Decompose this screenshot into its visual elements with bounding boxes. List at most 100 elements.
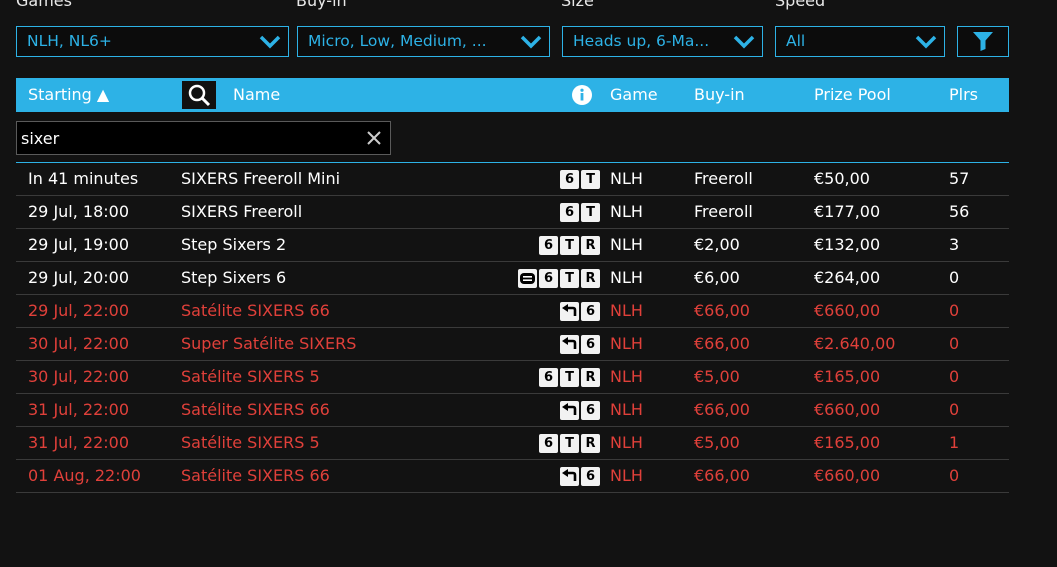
games-filter-label: Games xyxy=(16,0,72,10)
game-cell: NLH xyxy=(610,433,643,452)
table-row[interactable]: 29 Jul, 18:00 SIXERS Freeroll NLH Freeroll €… xyxy=(16,196,1009,229)
game-cell: NLH xyxy=(610,169,643,188)
size-dropdown[interactable]: Heads up, 6-Ma... xyxy=(562,26,763,57)
rebuy-badge xyxy=(560,335,579,354)
rebuy-badge xyxy=(560,302,579,321)
players-cell: 0 xyxy=(949,268,960,287)
start-time-cell: 29 Jul, 20:00 xyxy=(28,268,130,287)
prize-pool-cell: €165,00 xyxy=(814,433,881,452)
table-row[interactable]: 30 Jul, 22:00 Satélite SIXERS 5 NLH €5,00 €1… xyxy=(16,361,1009,394)
tournament-badges: 6TR xyxy=(518,269,600,288)
six-max-badge: 6 xyxy=(560,170,579,189)
tournament-badges: 6TR xyxy=(539,368,600,387)
six-max-badge: 6 xyxy=(581,302,600,321)
buyin-cell: €66,00 xyxy=(694,301,750,320)
game-cell: NLH xyxy=(610,235,643,254)
prize-pool-cell: €264,00 xyxy=(814,268,881,287)
table-row[interactable]: 29 Jul, 20:00 Step Sixers 6 NLH €6,00 €264,0… xyxy=(16,262,1009,295)
game-cell: NLH xyxy=(610,367,643,386)
buyin-cell: €5,00 xyxy=(694,367,740,386)
chevron-down-icon xyxy=(733,35,755,49)
turbo-badge: T xyxy=(560,434,579,453)
tournament-name-cell: Step Sixers 6 xyxy=(181,268,287,287)
buyin-cell: €66,00 xyxy=(694,334,750,353)
start-time-cell: 01 Aug, 22:00 xyxy=(28,466,141,485)
buyin-cell: €5,00 xyxy=(694,433,740,452)
players-cell: 0 xyxy=(949,367,960,386)
game-cell: NLH xyxy=(610,334,643,353)
players-cell: 56 xyxy=(949,202,970,221)
column-starting-header[interactable]: Starting ▲ xyxy=(28,78,109,112)
table-row[interactable]: 29 Jul, 22:00 Satélite SIXERS 66 NLH €66,00… xyxy=(16,295,1009,328)
start-time-cell: 29 Jul, 19:00 xyxy=(28,235,130,254)
rebuy-badge xyxy=(560,467,579,486)
six-max-badge: 6 xyxy=(581,467,600,486)
prize-pool-cell: €2.640,00 xyxy=(814,334,896,353)
rebuy-r-badge: R xyxy=(581,368,600,387)
name-search-toggle[interactable] xyxy=(182,81,216,109)
players-cell: 0 xyxy=(949,301,960,320)
column-name-header[interactable]: Name xyxy=(233,78,280,112)
name-search-box xyxy=(16,121,391,155)
buyin-cell: €66,00 xyxy=(694,466,750,485)
games-dropdown[interactable]: NLH, NL6+ xyxy=(16,26,289,57)
table-row[interactable]: 31 Jul, 22:00 Satélite SIXERS 5 NLH €5,00 €1… xyxy=(16,427,1009,460)
funnel-icon xyxy=(973,32,993,51)
turbo-badge: T xyxy=(581,203,600,222)
filter-button[interactable] xyxy=(957,26,1009,57)
six-max-badge: 6 xyxy=(581,401,600,420)
column-players-header[interactable]: Plrs xyxy=(949,78,978,112)
table-row[interactable]: 31 Jul, 22:00 Satélite SIXERS 66 NLH €66,00… xyxy=(16,394,1009,427)
start-time-cell: 29 Jul, 22:00 xyxy=(28,301,130,320)
chevron-down-icon xyxy=(259,35,281,49)
turbo-badge: T xyxy=(581,170,600,189)
game-cell: NLH xyxy=(610,400,643,419)
game-cell: NLH xyxy=(610,466,643,485)
tournament-name-cell: Satélite SIXERS 66 xyxy=(181,301,330,320)
prize-pool-cell: €50,00 xyxy=(814,169,870,188)
six-max-badge: 6 xyxy=(539,368,558,387)
ticket-badge xyxy=(518,269,537,288)
info-icon[interactable] xyxy=(572,85,592,105)
players-cell: 3 xyxy=(949,235,960,254)
prize-pool-cell: €132,00 xyxy=(814,235,881,254)
prize-pool-cell: €177,00 xyxy=(814,202,881,221)
game-cell: NLH xyxy=(610,202,643,221)
rebuy-arrow-icon xyxy=(562,304,577,316)
table-row[interactable]: 30 Jul, 22:00 Super Satélite SIXERS NLH €66… xyxy=(16,328,1009,361)
column-game-header[interactable]: Game xyxy=(610,78,658,112)
tournament-name-cell: SIXERS Freeroll xyxy=(181,202,303,221)
rebuy-r-badge: R xyxy=(581,269,600,288)
tournament-badges: 6 xyxy=(560,335,600,354)
tournament-name-cell: Satélite SIXERS 66 xyxy=(181,466,330,485)
buyin-cell: €66,00 xyxy=(694,400,750,419)
tournament-badges: 6 xyxy=(560,467,600,486)
buyin-filter-label: Buy-in xyxy=(296,0,347,10)
table-row[interactable]: In 41 minutes SIXERS Freeroll Mini NLH Free… xyxy=(16,163,1009,196)
ticket-icon xyxy=(520,273,535,284)
speed-dropdown-value: All xyxy=(786,32,806,50)
search-input[interactable] xyxy=(21,125,351,151)
six-max-badge: 6 xyxy=(539,269,558,288)
rebuy-r-badge: R xyxy=(581,236,600,255)
start-time-cell: 31 Jul, 22:00 xyxy=(28,433,130,452)
buyin-dropdown[interactable]: Micro, Low, Medium, ... xyxy=(297,26,550,57)
close-icon[interactable] xyxy=(366,130,382,146)
players-cell: 57 xyxy=(949,169,970,188)
column-prize-pool-header[interactable]: Prize Pool xyxy=(814,78,891,112)
table-row[interactable]: 01 Aug, 22:00 Satélite SIXERS 66 NLH €66,00… xyxy=(16,460,1009,493)
table-header: Starting ▲ Name Game Buy-in Prize Pool P… xyxy=(16,78,1009,112)
game-cell: NLH xyxy=(610,301,643,320)
rebuy-arrow-icon xyxy=(562,403,577,415)
tournament-name-cell: Satélite SIXERS 5 xyxy=(181,433,320,452)
rebuy-arrow-icon xyxy=(562,337,577,349)
buyin-cell: Freeroll xyxy=(694,202,753,221)
speed-dropdown[interactable]: All xyxy=(775,26,945,57)
table-row[interactable]: 29 Jul, 19:00 Step Sixers 2 NLH €2,00 €132,0… xyxy=(16,229,1009,262)
tournament-badges: 6TR xyxy=(539,236,600,255)
column-buyin-header[interactable]: Buy-in xyxy=(694,78,745,112)
turbo-badge: T xyxy=(560,269,579,288)
tournament-name-cell: Satélite SIXERS 5 xyxy=(181,367,320,386)
rebuy-arrow-icon xyxy=(562,469,577,481)
chevron-down-icon xyxy=(520,35,542,49)
